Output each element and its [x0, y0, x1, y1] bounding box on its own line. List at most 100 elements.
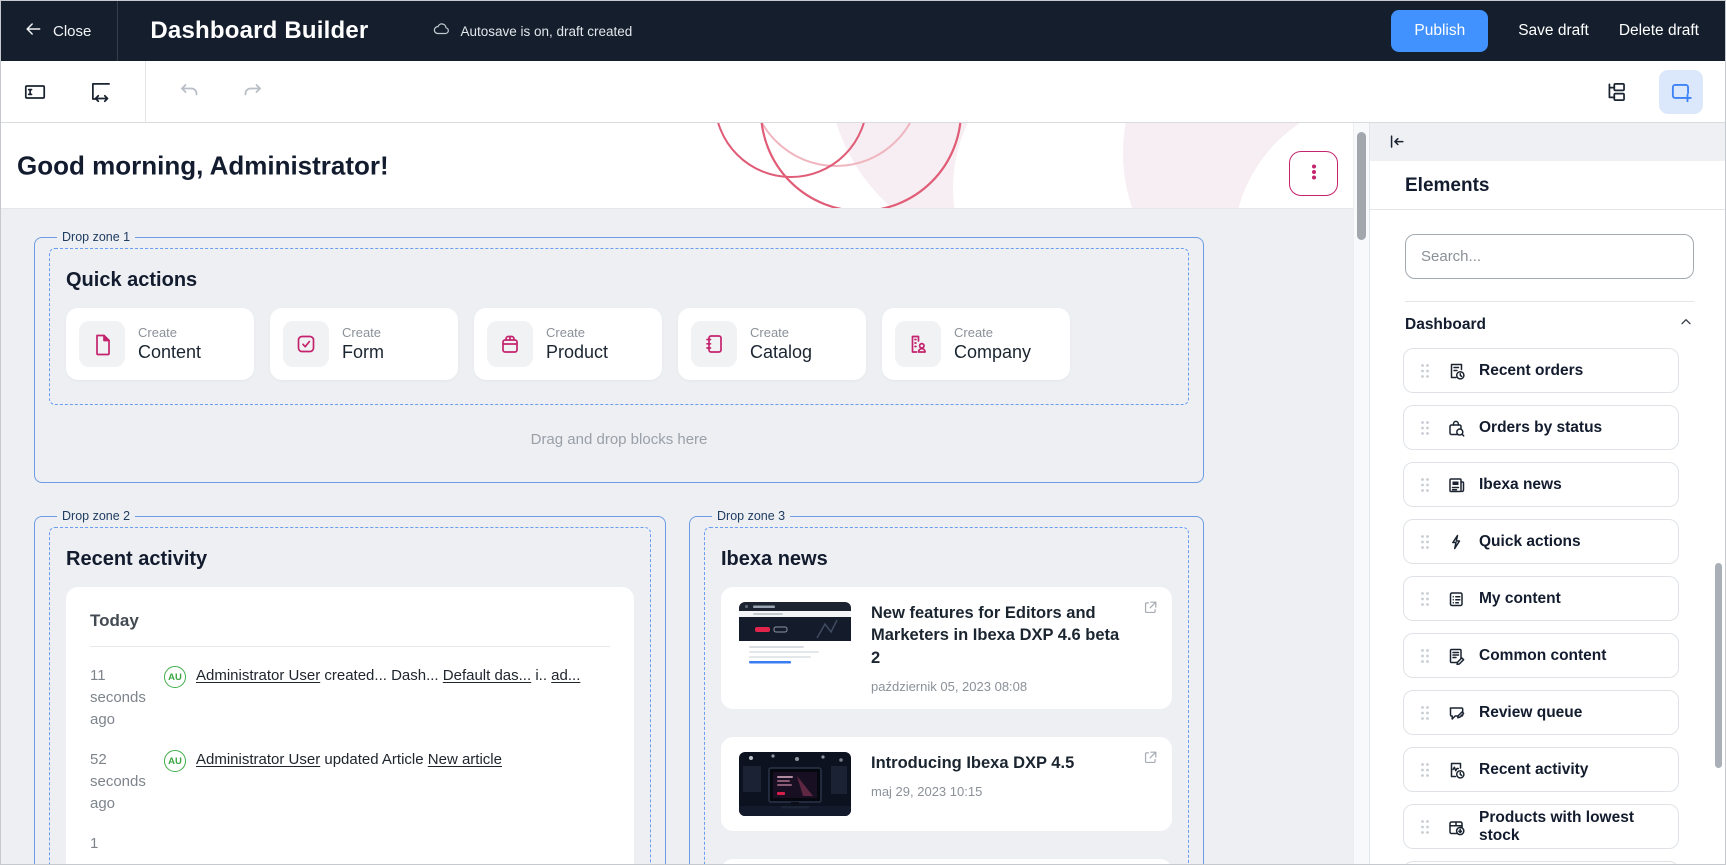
- drag-handle-icon[interactable]: [1420, 420, 1430, 436]
- create-catalog-card[interactable]: CreateCatalog: [678, 308, 866, 380]
- card-label: Content: [138, 342, 201, 363]
- element-review-queue[interactable]: Review queue: [1403, 690, 1679, 735]
- dropzone-2[interactable]: Drop zone 2 Recent activity Today 11 sec…: [34, 509, 666, 864]
- dropzone-1[interactable]: Drop zone 1 Quick actions CreateContent: [34, 230, 1204, 483]
- news-thumbnail: [739, 752, 851, 816]
- element-label: Recent activity: [1479, 761, 1588, 779]
- lightning-icon: [1446, 532, 1466, 552]
- activity-fragment: updated Article: [320, 751, 428, 768]
- create-label: Create: [750, 325, 812, 340]
- drop-hint-text: Drag and drop blocks here: [49, 431, 1189, 448]
- main-scrollbar[interactable]: [1353, 123, 1369, 864]
- drag-handle-icon[interactable]: [1420, 648, 1430, 664]
- drag-handle-icon[interactable]: [1420, 363, 1430, 379]
- toolbar-right: [1597, 70, 1703, 114]
- toolbar-separator: [145, 61, 146, 123]
- dashboard-builder-app: Close Dashboard Builder Autosave is on, …: [0, 0, 1726, 865]
- collapse-panel-icon[interactable]: [1387, 132, 1407, 152]
- scrollbar-thumb[interactable]: [1357, 132, 1366, 240]
- card-label: Company: [954, 342, 1031, 363]
- save-draft-button[interactable]: Save draft: [1518, 22, 1589, 40]
- recent-activity-card: Today 11 seconds ago AU Administrator Us…: [66, 587, 634, 864]
- external-link-icon[interactable]: [1142, 749, 1159, 771]
- main-content: Good morning, Administrator! Drop zone 1…: [1, 123, 1353, 864]
- element-label: Common content: [1479, 647, 1606, 665]
- element-my-content[interactable]: My content: [1403, 576, 1679, 621]
- builder-toolbar: [1, 61, 1725, 123]
- panel-header-strip: [1370, 123, 1725, 161]
- create-product-card[interactable]: CreateProduct: [474, 308, 662, 380]
- element-products-lowest-stock[interactable]: Products with lowest stock: [1403, 804, 1679, 849]
- form-checkbox-icon: [283, 321, 329, 367]
- bag-search-icon: [1446, 418, 1466, 438]
- content-link[interactable]: Default das...: [443, 667, 531, 684]
- dropzone-3[interactable]: Drop zone 3 Ibexa news New features for …: [689, 509, 1204, 864]
- drag-handle-icon[interactable]: [1420, 477, 1430, 493]
- activity-group-label: Today: [90, 611, 610, 631]
- activity-time: 1: [90, 833, 162, 855]
- drag-handle-icon[interactable]: [1420, 591, 1430, 607]
- panel-scrollbar-thumb[interactable]: [1715, 563, 1722, 768]
- delete-draft-button[interactable]: Delete draft: [1619, 22, 1699, 40]
- card-label: Form: [342, 342, 384, 363]
- panel-resize-icon[interactable]: [81, 72, 121, 112]
- element-ibexa-news[interactable]: Ibexa news: [1403, 462, 1679, 507]
- drag-handle-icon[interactable]: [1420, 762, 1430, 778]
- activity-entry: 1: [90, 833, 610, 855]
- product-box-icon: [487, 321, 533, 367]
- news-item[interactable]: New features for Editors and Marketers i…: [721, 587, 1172, 709]
- create-content-card[interactable]: CreateContent: [66, 308, 254, 380]
- avatar: AU: [164, 666, 186, 688]
- create-label: Create: [546, 325, 608, 340]
- content-link[interactable]: ad...: [551, 667, 580, 684]
- element-partial-item[interactable]: [1403, 861, 1679, 864]
- create-form-card[interactable]: CreateForm: [270, 308, 458, 380]
- structure-tree-icon[interactable]: [1597, 72, 1637, 112]
- undo-icon[interactable]: [170, 72, 210, 112]
- drag-handle-icon[interactable]: [1420, 705, 1430, 721]
- close-button[interactable]: Close: [1, 1, 118, 61]
- divider: [1370, 209, 1725, 210]
- section-dashboard[interactable]: Dashboard: [1405, 314, 1694, 335]
- user-link[interactable]: Administrator User: [196, 667, 320, 684]
- close-label: Close: [53, 23, 91, 40]
- field-icon[interactable]: [15, 72, 55, 112]
- news-date: maj 29, 2023 10:15: [871, 784, 1074, 799]
- topbar-actions: Publish Save draft Delete draft: [1391, 10, 1699, 52]
- activity-text: Administrator User created... Dash... De…: [196, 665, 580, 731]
- quick-actions-block[interactable]: Quick actions CreateContent: [49, 248, 1189, 405]
- divider: [90, 646, 610, 647]
- box-clock-icon: [1446, 817, 1466, 837]
- element-recent-orders[interactable]: Recent orders: [1403, 348, 1679, 393]
- drag-handle-icon[interactable]: [1420, 534, 1430, 550]
- cloud-icon: [432, 20, 451, 42]
- dropzone-1-label: Drop zone 1: [57, 230, 135, 244]
- greeting-band: Good morning, Administrator!: [1, 123, 1353, 209]
- avatar: AU: [164, 750, 186, 772]
- user-link[interactable]: Administrator User: [196, 751, 320, 768]
- kebab-menu-button[interactable]: [1289, 151, 1338, 196]
- search-input[interactable]: [1405, 234, 1694, 279]
- news-item[interactable]: Introducing Ibexa DXP 4.5 maj 29, 2023 1…: [721, 737, 1172, 831]
- external-link-icon[interactable]: [1142, 599, 1159, 621]
- redo-icon[interactable]: [232, 72, 272, 112]
- element-common-content[interactable]: Common content: [1403, 633, 1679, 678]
- add-section-icon[interactable]: [1659, 70, 1703, 114]
- recent-activity-block[interactable]: Recent activity Today 11 seconds ago AU …: [49, 527, 651, 864]
- element-quick-actions[interactable]: Quick actions: [1403, 519, 1679, 564]
- element-label: Orders by status: [1479, 419, 1602, 437]
- section-label: Dashboard: [1405, 316, 1486, 334]
- comment-edit-icon: [1446, 703, 1466, 723]
- activity-entry: 52 seconds ago AU Administrator User upd…: [90, 749, 610, 815]
- element-recent-activity[interactable]: Recent activity: [1403, 747, 1679, 792]
- create-company-card[interactable]: CreateCompany: [882, 308, 1070, 380]
- element-orders-by-status[interactable]: Orders by status: [1403, 405, 1679, 450]
- company-building-icon: [895, 321, 941, 367]
- news-item[interactable]: Ibexa DXP 4.4: A New Dawn for B2B Ecomme…: [721, 859, 1172, 864]
- content-link[interactable]: New article: [428, 751, 502, 768]
- drag-handle-icon[interactable]: [1420, 819, 1430, 835]
- ibexa-news-block[interactable]: Ibexa news New features for Editors and …: [704, 527, 1189, 864]
- activity-fragment: created... Dash...: [320, 667, 443, 684]
- panel-title: Elements: [1370, 161, 1725, 209]
- publish-button[interactable]: Publish: [1391, 10, 1488, 52]
